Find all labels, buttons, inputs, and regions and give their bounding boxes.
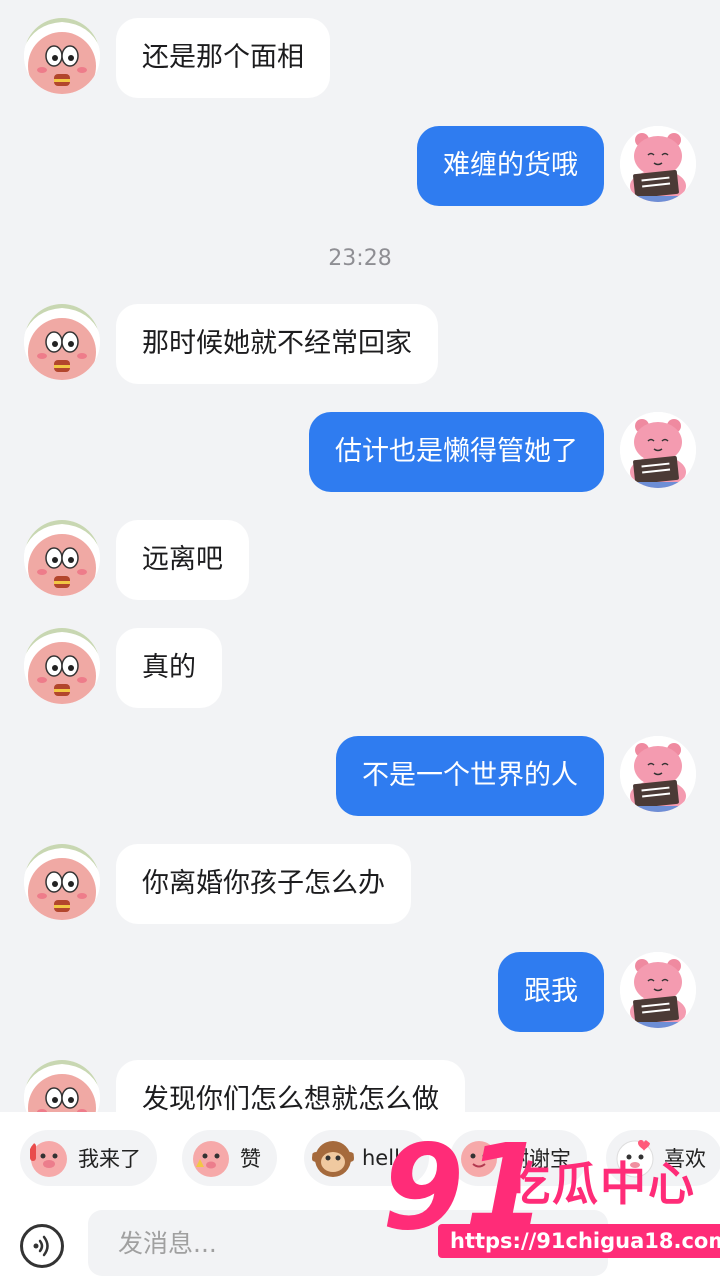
message-row: 不是一个世界的人 [336,736,696,816]
contact-avatar[interactable] [24,520,100,596]
voice-icon [33,1235,49,1257]
quick-reply-chip[interactable]: 我来了 [20,1130,157,1186]
message-bubble[interactable]: 发现你们怎么想就怎么做 [116,1060,465,1112]
quick-reply-label: 赞 [240,1147,261,1171]
message-bubble[interactable]: 跟我 [498,952,604,1032]
watermark: 91 吃瓜中心 https://91chigua18.com [382,1128,720,1273]
quick-reply-chip[interactable]: 赞 [182,1130,277,1186]
message-bubble[interactable]: 你离婚你孩子怎么办 [116,844,411,924]
message-bubble[interactable]: 真的 [116,628,222,708]
chat-area[interactable]: 还是那个面相 难缠的货哦 23:28 那时候她就不经常回家 估计也是懒得管她了 … [0,0,720,1112]
timestamp: 23:28 [328,246,392,271]
contact-avatar-icon [24,520,100,596]
contact-avatar[interactable] [24,1060,100,1112]
message-bubble[interactable]: 那时候她就不经常回家 [116,304,438,384]
message-row: 难缠的货哦 [417,126,696,206]
voice-input-button[interactable] [20,1224,64,1268]
contact-avatar-icon [24,1060,100,1112]
message-row: 真的 [24,628,222,708]
watermark-url: https://91chigua18.com [438,1224,720,1258]
my-avatar-icon [620,736,696,812]
my-avatar-icon [620,952,696,1028]
message-row: 还是那个面相 [24,18,330,98]
contact-avatar-icon [24,18,100,94]
contact-avatar[interactable] [24,18,100,94]
contact-avatar[interactable] [24,844,100,920]
message-row: 远离吧 [24,520,249,600]
my-avatar[interactable] [620,736,696,812]
message-bubble[interactable]: 不是一个世界的人 [336,736,604,816]
my-avatar[interactable] [620,412,696,488]
my-avatar-icon [620,412,696,488]
message-bubble[interactable]: 估计也是懒得管她了 [309,412,604,492]
message-bubble[interactable]: 难缠的货哦 [417,126,604,206]
message-bubble[interactable]: 远离吧 [116,520,249,600]
my-avatar[interactable] [620,952,696,1028]
contact-avatar-icon [24,628,100,704]
monkey-sticker-icon [312,1141,354,1177]
my-avatar-icon [620,126,696,202]
watermark-name: 吃瓜中心 [504,1157,696,1211]
thumbs-up-sticker-icon [193,1141,229,1177]
message-row: 估计也是懒得管她了 [309,412,696,492]
contact-avatar[interactable] [24,304,100,380]
message-row: 发现你们怎么想就怎么做 [24,1060,465,1112]
contact-avatar[interactable] [24,628,100,704]
message-row: 你离婚你孩子怎么办 [24,844,411,924]
my-avatar[interactable] [620,126,696,202]
pig-sticker-icon [30,1141,67,1177]
contact-avatar-icon [24,304,100,380]
message-row: 跟我 [498,952,696,1032]
quick-reply-label: 我来了 [78,1147,141,1171]
message-row: 那时候她就不经常回家 [24,304,438,384]
contact-avatar-icon [24,844,100,920]
message-bubble[interactable]: 还是那个面相 [116,18,330,98]
